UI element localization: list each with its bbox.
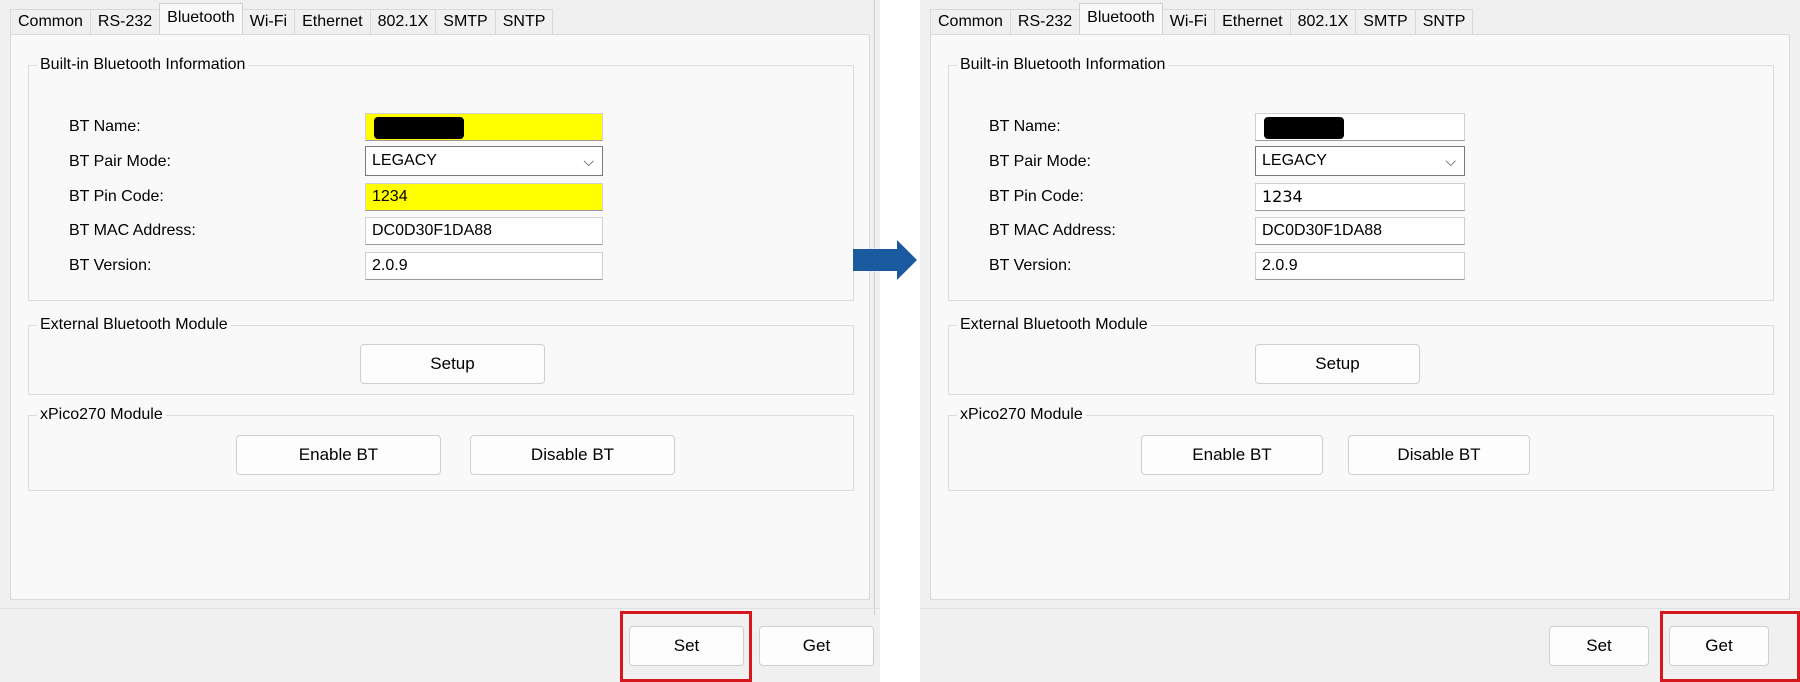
arrow-right-icon (853, 240, 917, 280)
bt-name-label: BT Name: (989, 118, 1061, 135)
tab-bluetooth[interactable]: Bluetooth (159, 3, 243, 34)
get-button[interactable]: Get (759, 626, 874, 666)
tab-smtp[interactable]: SMTP (1355, 9, 1416, 34)
bt-version-label: BT Version: (989, 257, 1072, 274)
bt-mac-address-label: BT MAC Address: (989, 222, 1116, 239)
group-legend: xPico270 Module (37, 405, 166, 425)
bt-version-label: BT Version: (69, 257, 152, 274)
bt-version-field[interactable]: 2.0.9 (1255, 252, 1465, 280)
bt-pair-mode-select[interactable]: LEGACY ⌵ (1255, 146, 1465, 176)
footer-separator (920, 608, 1800, 609)
external-bluetooth-group: External Bluetooth Module Setup (948, 315, 1774, 395)
group-legend: External Bluetooth Module (957, 315, 1151, 335)
tab-ethernet[interactable]: Ethernet (1214, 9, 1291, 34)
enable-bt-button[interactable]: Enable BT (236, 435, 441, 475)
builtin-bluetooth-group: Built-in Bluetooth Information BT Name: … (28, 55, 854, 301)
tab-ethernet[interactable]: Ethernet (294, 9, 371, 34)
bt-pin-code-label: BT Pin Code: (989, 188, 1084, 205)
chevron-down-icon: ⌵ (583, 153, 594, 169)
right-screenshot: Common RS-232 Bluetooth Wi-Fi Ethernet 8… (920, 0, 1800, 682)
get-button-highlight (1660, 611, 1800, 682)
xpico-module-group: xPico270 Module Enable BT Disable BT (28, 405, 854, 491)
redaction-box (374, 117, 464, 139)
tab-bar: Common RS-232 Bluetooth Wi-Fi Ethernet 8… (930, 3, 1474, 34)
redaction-box (1264, 117, 1344, 139)
bt-pin-code-label: BT Pin Code: (69, 188, 164, 205)
tab-smtp[interactable]: SMTP (435, 9, 496, 34)
bt-name-field[interactable] (1255, 113, 1465, 141)
tab-rs232[interactable]: RS-232 (89, 9, 161, 34)
tab-sntp[interactable]: SNTP (494, 9, 554, 34)
bluetooth-tab-page: Built-in Bluetooth Information BT Name: … (10, 34, 870, 600)
tab-wifi[interactable]: Wi-Fi (241, 9, 296, 34)
tab-sntp[interactable]: SNTP (1414, 9, 1474, 34)
bt-version-field[interactable]: 2.0.9 (365, 252, 603, 280)
tab-common[interactable]: Common (930, 9, 1011, 34)
window-edge (874, 0, 875, 615)
bt-name-label: BT Name: (69, 118, 141, 135)
bt-mac-address-field[interactable]: DC0D30F1DA88 (1255, 217, 1465, 245)
external-bluetooth-group: External Bluetooth Module Setup (28, 315, 854, 395)
tab-8021x[interactable]: 802.1X (369, 9, 437, 34)
bluetooth-tab-page: Built-in Bluetooth Information BT Name: … (930, 34, 1790, 600)
set-button-highlight (620, 611, 752, 682)
tab-bar: Common RS-232 Bluetooth Wi-Fi Ethernet 8… (10, 3, 554, 34)
bt-name-field[interactable] (365, 113, 603, 141)
bt-pair-mode-label: BT Pair Mode: (989, 153, 1091, 170)
set-button[interactable]: Set (1549, 626, 1649, 666)
setup-button[interactable]: Setup (1255, 344, 1420, 384)
enable-bt-button[interactable]: Enable BT (1141, 435, 1323, 475)
left-screenshot: Common RS-232 Bluetooth Wi-Fi Ethernet 8… (0, 0, 880, 682)
chevron-down-icon: ⌵ (1445, 153, 1456, 169)
bt-pin-code-field[interactable]: 1234 (365, 183, 603, 211)
setup-button[interactable]: Setup (360, 344, 545, 384)
tab-bluetooth[interactable]: Bluetooth (1079, 3, 1163, 34)
tab-common[interactable]: Common (10, 9, 91, 34)
builtin-bluetooth-group: Built-in Bluetooth Information BT Name: … (948, 55, 1774, 301)
bt-mac-address-field[interactable]: DC0D30F1DA88 (365, 217, 603, 245)
bt-mac-address-label: BT MAC Address: (69, 222, 196, 239)
tab-rs232[interactable]: RS-232 (1009, 9, 1081, 34)
disable-bt-button[interactable]: Disable BT (1348, 435, 1530, 475)
bt-pair-mode-label: BT Pair Mode: (69, 153, 171, 170)
group-legend: xPico270 Module (957, 405, 1086, 425)
xpico-module-group: xPico270 Module Enable BT Disable BT (948, 405, 1774, 491)
group-legend: External Bluetooth Module (37, 315, 231, 335)
bt-pair-mode-select[interactable]: LEGACY ⌵ (365, 146, 603, 176)
tab-wifi[interactable]: Wi-Fi (1161, 9, 1216, 34)
bt-pin-code-field[interactable]: 1234 (1255, 183, 1465, 211)
tab-8021x[interactable]: 802.1X (1289, 9, 1357, 34)
disable-bt-button[interactable]: Disable BT (470, 435, 675, 475)
group-legend: Built-in Bluetooth Information (957, 55, 1169, 75)
footer-separator (0, 608, 880, 609)
group-legend: Built-in Bluetooth Information (37, 55, 249, 75)
